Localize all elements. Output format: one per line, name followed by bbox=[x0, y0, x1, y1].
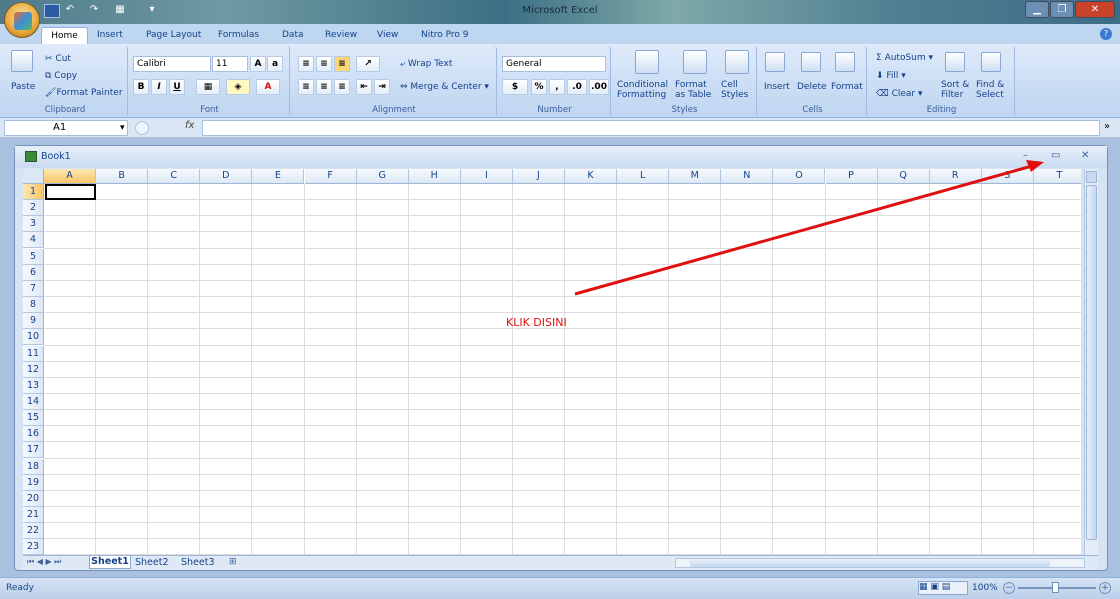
annotation-text: KLIK DISINI bbox=[506, 316, 567, 329]
status-bar: Ready ▦ ▣ ▤ 100% − + bbox=[0, 577, 1120, 599]
page-break-view-icon[interactable]: ▤ bbox=[939, 582, 951, 592]
zoom-level[interactable]: 100% bbox=[972, 583, 998, 593]
zoom-out-button[interactable]: − bbox=[1003, 582, 1015, 594]
zoom-in-button[interactable]: + bbox=[1099, 582, 1111, 594]
status-ready: Ready bbox=[6, 583, 34, 593]
annotation-arrowhead bbox=[1026, 160, 1044, 172]
office-button[interactable] bbox=[4, 2, 40, 38]
page-layout-view-icon[interactable]: ▣ bbox=[928, 582, 939, 592]
annotation-overlay bbox=[574, 160, 1044, 296]
view-buttons[interactable]: ▦ ▣ ▤ bbox=[918, 581, 968, 595]
zoom-slider-thumb[interactable] bbox=[1052, 582, 1059, 593]
office-logo-icon bbox=[14, 12, 32, 30]
normal-view-icon[interactable]: ▦ bbox=[919, 582, 928, 592]
annotation-arrow-line bbox=[574, 164, 1033, 296]
